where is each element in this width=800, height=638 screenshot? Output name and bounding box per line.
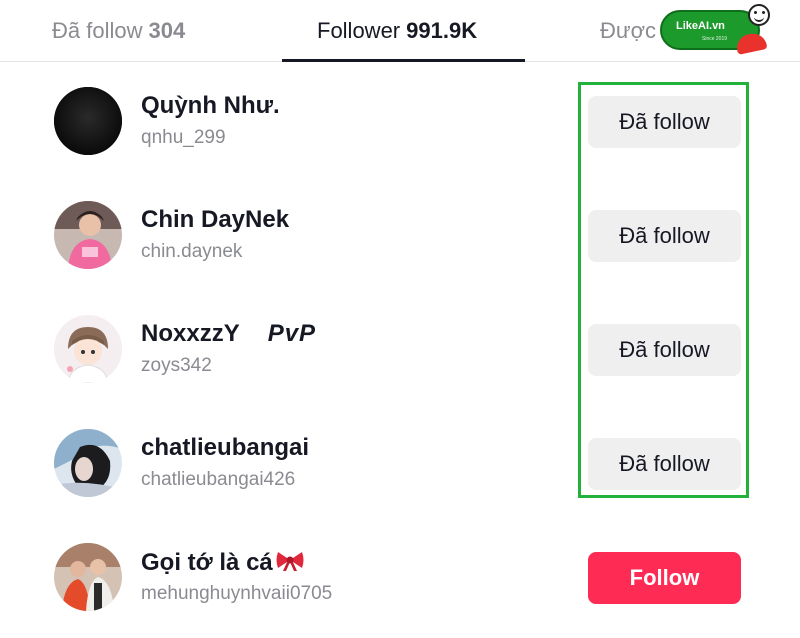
photo-avatar-icon	[54, 429, 122, 497]
active-tab-indicator	[282, 59, 525, 62]
user-handle: chatlieubangai426	[141, 469, 296, 490]
black-avatar-icon	[54, 87, 122, 155]
cartoon-avatar-icon	[54, 315, 122, 383]
avatar[interactable]	[54, 87, 122, 155]
user-name[interactable]: Chin DayNek	[141, 206, 289, 234]
user-handle: chin.daynek	[141, 241, 243, 262]
avatar[interactable]	[54, 429, 122, 497]
user-handle: zoys342	[141, 355, 212, 376]
user-handle: qnhu_299	[141, 127, 226, 148]
tab-followers[interactable]: Follower 991.9K	[317, 18, 477, 44]
photo-avatar-icon	[54, 543, 122, 611]
user-name[interactable]: chatlieubangai	[141, 434, 309, 462]
list-item: Gọi tớ là cá mehunghuynhvaii0705 Follow	[0, 528, 800, 638]
tab-liked[interactable]: Được	[600, 18, 656, 44]
user-name[interactable]: Gọi tớ là cá	[141, 548, 305, 579]
avatar[interactable]	[54, 315, 122, 383]
smiley-face-icon	[748, 4, 770, 26]
tab-following[interactable]: Đã follow 304	[52, 18, 185, 44]
user-name[interactable]: NoxxzzY PvP	[141, 320, 316, 348]
photo-avatar-icon	[54, 201, 122, 269]
highlight-box	[578, 82, 749, 498]
follow-button[interactable]: Follow	[588, 552, 741, 604]
name-suffix: PvP	[267, 320, 317, 347]
ribbon-bow-icon	[275, 548, 305, 579]
user-handle: mehunghuynhvaii0705	[141, 583, 333, 604]
avatar[interactable]	[54, 201, 122, 269]
likeai-logo: LikeAI.vn Since 2019	[660, 4, 770, 55]
user-name[interactable]: Quỳnh Như.	[141, 92, 280, 120]
avatar[interactable]	[54, 543, 122, 611]
